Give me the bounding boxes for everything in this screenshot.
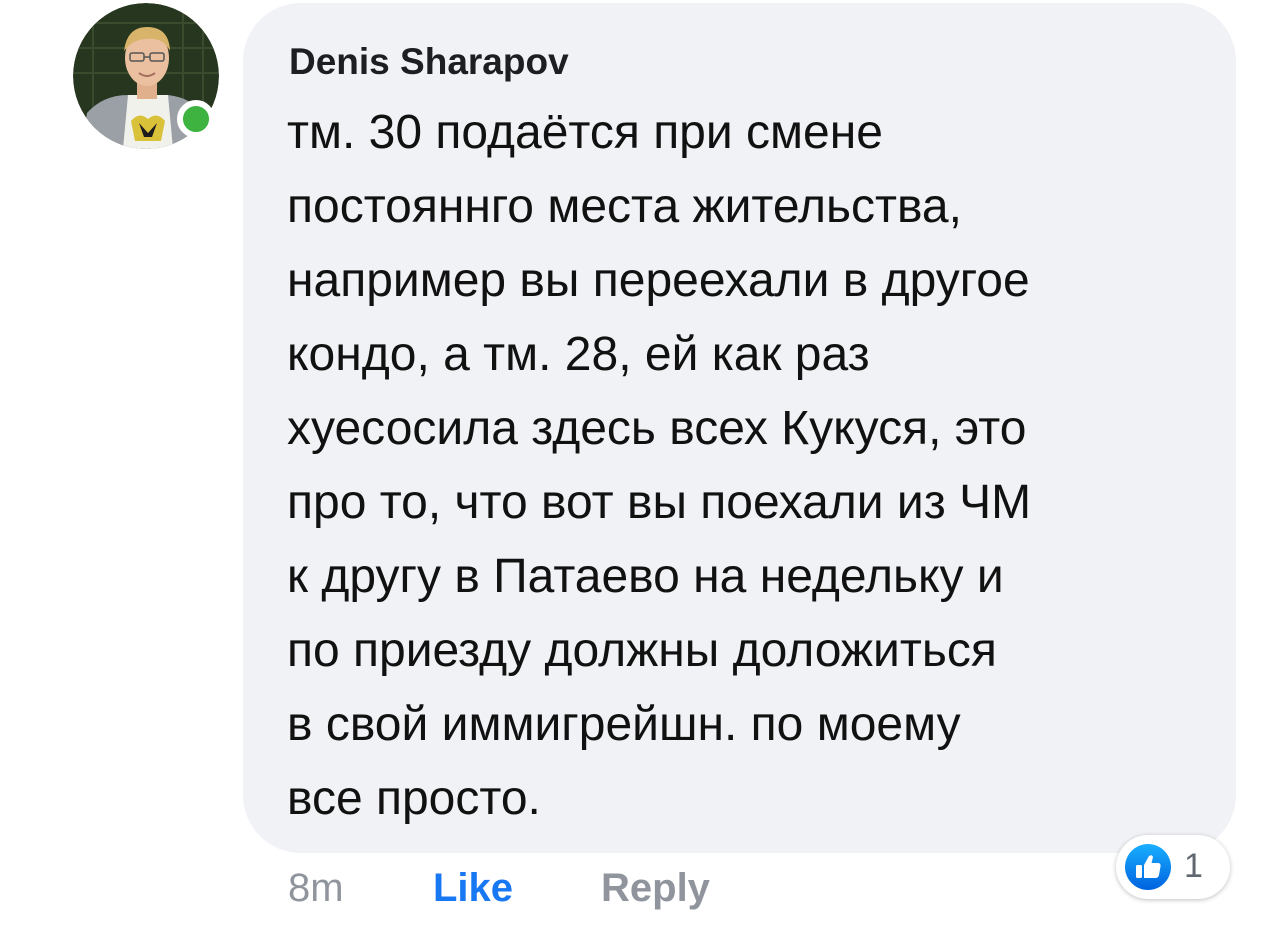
comment-timestamp[interactable]: 8m bbox=[288, 858, 344, 918]
reaction-count: 1 bbox=[1184, 847, 1203, 885]
comment-author[interactable]: Denis Sharapov bbox=[289, 36, 569, 88]
reply-button[interactable]: Reply bbox=[601, 858, 710, 918]
comment: Denis Sharapov тм. 30 подаётся при смене… bbox=[0, 0, 1280, 945]
thumbs-up-icon bbox=[1125, 844, 1171, 890]
online-status-dot bbox=[177, 100, 215, 138]
like-button[interactable]: Like bbox=[433, 858, 513, 918]
reactions-badge[interactable]: 1 bbox=[1116, 835, 1230, 899]
comment-text: тм. 30 подаётся при смене постояннго мес… bbox=[287, 106, 1032, 825]
